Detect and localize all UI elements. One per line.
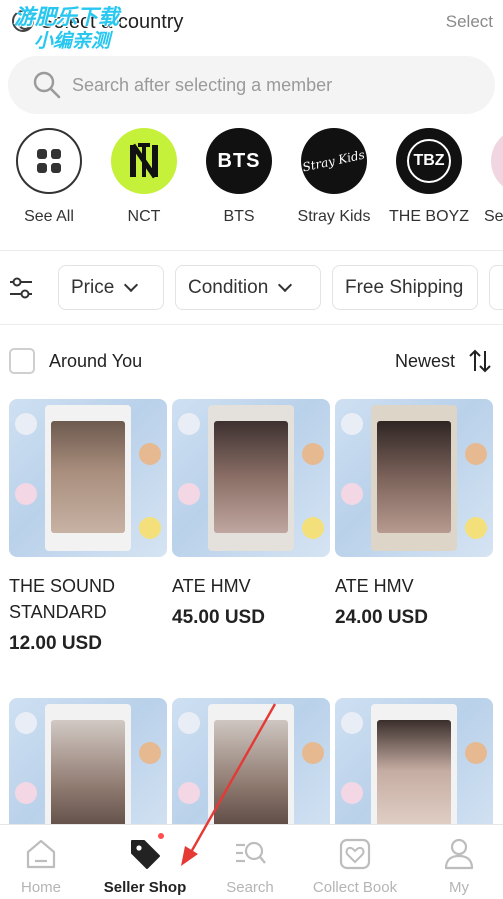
heart-book-icon [339,838,371,870]
nav-seller-shop[interactable]: Seller Shop [95,825,195,899]
group-label: THE BOYZ [388,208,469,225]
product-name: ATE HMV [335,576,414,596]
chevron-down-icon [124,277,139,292]
filter-more[interactable] [489,265,503,310]
product-price: 12.00 USD [9,633,102,654]
filter-condition[interactable]: Condition [175,265,321,310]
search-list-icon [236,841,266,864]
nav-label: Home [20,879,61,896]
watermark-line-2: 小编亲测 [34,31,111,52]
group-label: Stray Kids [297,208,371,225]
notification-badge [158,833,164,839]
search-bar[interactable] [8,56,495,114]
filter-price[interactable]: Price [58,265,164,310]
stray-kids-logo-text: Stray Kids [301,147,367,175]
product-price: 24.00 USD [335,607,428,628]
tag-icon [131,840,160,869]
nav-label: My [449,879,469,896]
group-stray-kids[interactable]: Stray Kids Stray Kids [289,128,379,226]
filter-label: Price [71,276,115,298]
product-image[interactable] [9,399,167,557]
search-icon [33,71,61,99]
around-you-checkbox[interactable] [9,348,35,374]
watermark-line-1: 游肥乐下载 [14,6,119,29]
person-icon [444,838,474,870]
group-partial[interactable]: Se [479,128,503,226]
watermark: 游肥乐下载 小编亲测 [14,6,119,54]
product-price: 45.00 USD [172,607,265,628]
nav-label: Collect Book [312,879,398,896]
group-carousel[interactable]: See All NCT BTS BTS Stray Kids Stray Kid… [0,128,503,238]
product-image[interactable] [335,399,493,557]
nav-collect-book[interactable]: Collect Book [305,825,405,899]
group-label: Se [484,208,503,225]
the-boyz-logo-text: TBZ [407,139,451,183]
nav-label: Search [226,879,274,896]
filter-label: Free Shipping [345,276,464,298]
home-icon [26,839,56,869]
group-see-all[interactable]: See All [4,128,94,226]
filter-bar: Price Condition Free Shipping [0,265,503,311]
product-card[interactable]: ATE HMV 24.00 USD [335,399,493,629]
bts-logo: BTS [206,128,272,194]
nav-home[interactable]: Home [0,825,91,899]
nav-search[interactable]: Search [200,825,300,899]
filter-free-shipping[interactable]: Free Shipping [332,265,478,310]
nct-logo [111,128,177,194]
the-boyz-logo: TBZ [396,128,462,194]
group-the-boyz[interactable]: TBZ THE BOYZ [384,128,474,226]
product-card[interactable]: THE SOUND STANDARD 12.00 USD [9,399,167,655]
chevron-down-icon [278,277,293,292]
grid-icon [16,128,82,194]
nav-label: Seller Shop [103,879,187,896]
group-bts[interactable]: BTS BTS [194,128,284,226]
search-input[interactable] [72,69,472,101]
product-image[interactable] [172,399,330,557]
divider [0,324,503,325]
group-label: NCT [127,208,161,225]
bts-logo-text: BTS [217,149,261,172]
filter-label: Condition [188,276,269,298]
group-label: See All [24,208,74,225]
sort-label[interactable]: Newest [395,351,455,372]
stray-kids-logo: Stray Kids [301,128,367,194]
group-nct[interactable]: NCT [99,128,189,226]
top-header: Select a country Select 游肥乐下载 小编亲测 [0,0,503,52]
around-you-label[interactable]: Around You [49,351,142,372]
sliders-icon[interactable] [8,276,34,300]
select-country-link[interactable]: Select [446,12,493,32]
product-name: ATE HMV [172,576,251,596]
product-name: THE SOUND STANDARD [9,576,116,622]
bottom-navigation: Home Seller Shop Search Collect Book My [0,824,503,899]
group-logo [491,128,503,194]
group-label: BTS [223,208,255,225]
divider [0,250,503,251]
listing-toolbar: Around You Newest [0,346,503,378]
nav-my[interactable]: My [409,825,503,899]
product-card[interactable]: ATE HMV 45.00 USD [172,399,330,629]
sort-arrows-icon[interactable] [467,348,493,374]
